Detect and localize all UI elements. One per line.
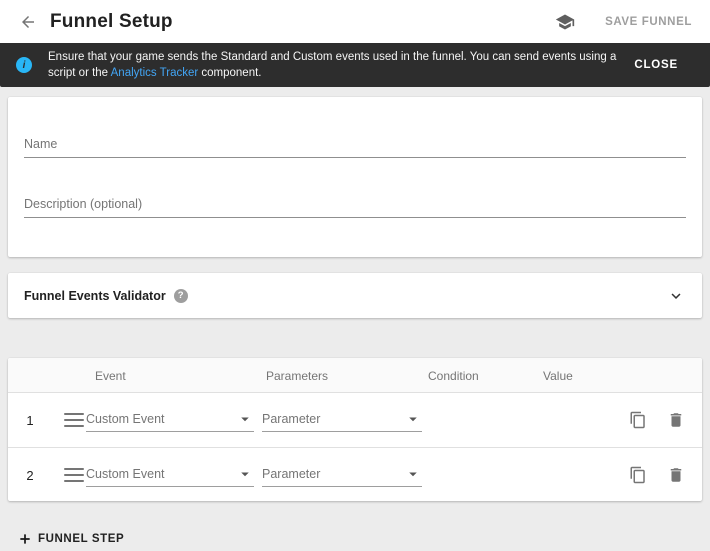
chevron-down-icon: [667, 287, 685, 305]
add-funnel-step-label: FUNNEL STEP: [38, 533, 124, 545]
expand-validator-button[interactable]: [666, 286, 686, 306]
duplicate-step-button[interactable]: [628, 465, 648, 485]
drag-handle-icon[interactable]: [64, 468, 84, 482]
table-row: 1 Custom Event Parameter: [8, 393, 702, 447]
dropdown-arrow-icon: [236, 465, 254, 483]
event-dropdown-value: Custom Event: [86, 467, 236, 481]
arrow-back-icon: [19, 13, 37, 31]
column-header-parameters: Parameters: [266, 369, 328, 383]
add-funnel-step-button[interactable]: FUNNEL STEP: [14, 530, 128, 548]
table-header-row: Event Parameters Condition Value: [8, 358, 702, 393]
column-header-value: Value: [543, 369, 573, 383]
trash-icon: [667, 466, 685, 484]
name-field-wrapper: [24, 97, 686, 158]
parameter-dropdown-value: Parameter: [262, 412, 404, 426]
trash-icon: [667, 411, 685, 429]
parameter-dropdown[interactable]: Parameter: [262, 461, 422, 487]
event-dropdown[interactable]: Custom Event: [86, 461, 254, 487]
page-title: Funnel Setup: [50, 11, 173, 33]
info-icon: i: [16, 57, 32, 73]
analytics-tracker-link[interactable]: Analytics Tracker: [111, 67, 199, 79]
delete-step-button[interactable]: [666, 465, 686, 485]
step-number: 1: [8, 393, 52, 447]
drag-handle-icon[interactable]: [64, 413, 84, 427]
funnel-events-validator-panel[interactable]: Funnel Events Validator ?: [8, 273, 702, 318]
parameter-dropdown-value: Parameter: [262, 467, 404, 481]
validator-title: Funnel Events Validator: [24, 289, 166, 303]
dropdown-arrow-icon: [404, 410, 422, 428]
funnel-details-card: [8, 97, 702, 257]
app-bar: Funnel Setup SAVE FUNNEL: [0, 0, 710, 43]
banner-text-after: component.: [198, 67, 261, 79]
parameter-dropdown[interactable]: Parameter: [262, 406, 422, 432]
save-funnel-button[interactable]: SAVE FUNNEL: [603, 10, 694, 34]
plus-icon: [18, 532, 32, 546]
description-input[interactable]: [24, 195, 686, 218]
copy-icon: [629, 466, 647, 484]
info-banner: i Ensure that your game sends the Standa…: [0, 43, 710, 87]
description-field-wrapper: [24, 158, 686, 218]
table-row: 2 Custom Event Parameter: [8, 447, 702, 501]
graduation-cap-icon: [555, 12, 575, 32]
funnel-steps-table: Event Parameters Condition Value 1 Custo…: [8, 358, 702, 501]
event-dropdown[interactable]: Custom Event: [86, 406, 254, 432]
dropdown-arrow-icon: [404, 465, 422, 483]
back-button[interactable]: [16, 10, 40, 34]
help-icon[interactable]: ?: [174, 289, 188, 303]
name-input[interactable]: [24, 135, 686, 158]
column-header-condition: Condition: [428, 369, 479, 383]
copy-icon: [629, 411, 647, 429]
column-header-event: Event: [95, 369, 126, 383]
step-number: 2: [8, 448, 52, 502]
tutorial-button[interactable]: [553, 10, 577, 34]
duplicate-step-button[interactable]: [628, 410, 648, 430]
banner-message: Ensure that your game sends the Standard…: [48, 49, 624, 81]
dropdown-arrow-icon: [236, 410, 254, 428]
event-dropdown-value: Custom Event: [86, 412, 236, 426]
delete-step-button[interactable]: [666, 410, 686, 430]
close-banner-button[interactable]: CLOSE: [624, 51, 688, 79]
